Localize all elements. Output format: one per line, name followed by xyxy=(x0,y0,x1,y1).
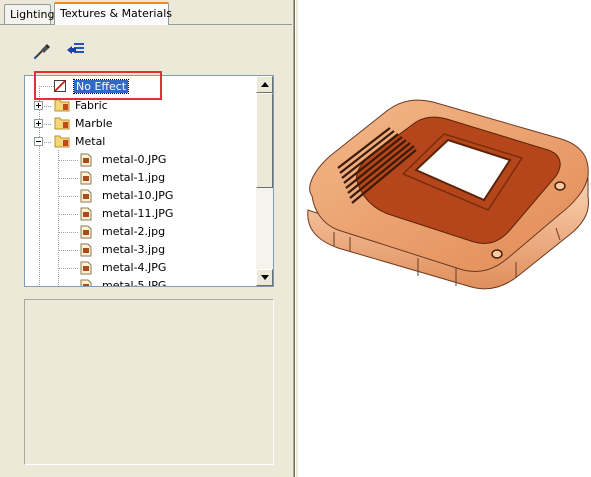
tree-item-texture[interactable]: metal-11.JPG xyxy=(25,205,245,223)
tree-guide-line xyxy=(59,286,79,287)
tree-item-texture[interactable]: metal-3.jpg xyxy=(25,241,245,259)
tree-guide-line xyxy=(44,142,52,143)
tree-item-texture[interactable]: metal-5.JPG xyxy=(25,277,245,287)
highlight-box xyxy=(34,71,162,100)
expand-toggle[interactable] xyxy=(34,101,43,110)
tree-scrollbar[interactable] xyxy=(256,76,273,286)
texture-file-icon xyxy=(80,261,92,278)
folder-icon xyxy=(54,134,70,151)
texture-preview-pane xyxy=(24,299,274,465)
tree-guide-line xyxy=(59,250,79,251)
task-panel: Lighting Textures & Materials No Effect … xyxy=(0,0,298,477)
tree-item-texture[interactable]: metal-2.jpg xyxy=(25,223,245,241)
tree-guide-line xyxy=(59,214,79,215)
tree-item-label: metal-4.JPG xyxy=(102,261,167,274)
arrow-down-icon xyxy=(261,275,269,280)
tree-item-label: Metal xyxy=(75,135,106,148)
tree-guide-line xyxy=(59,232,79,233)
texture-file-icon xyxy=(80,207,92,224)
tree-item-texture[interactable]: metal-10.JPG xyxy=(25,187,245,205)
tree-item-label: metal-2.jpg xyxy=(102,225,166,238)
scroll-thumb[interactable] xyxy=(256,93,273,188)
texture-file-icon xyxy=(80,189,92,206)
model-viewport[interactable] xyxy=(298,0,591,477)
tree-item-texture[interactable]: metal-0.JPG xyxy=(25,151,245,169)
tree-item-label: Marble xyxy=(75,117,113,130)
texture-file-icon xyxy=(80,243,92,260)
tree-guide-line xyxy=(44,106,52,107)
texture-tree[interactable]: No Effect Fabric Marble Metal metal-0.JP… xyxy=(24,75,274,287)
tree-item-label: metal-1.jpg xyxy=(102,171,166,184)
tree-item-label: metal-0.JPG xyxy=(102,153,167,166)
tree-guide-line xyxy=(59,178,79,179)
eyedropper-icon[interactable] xyxy=(32,42,52,60)
texture-file-icon xyxy=(80,279,92,286)
texture-file-icon xyxy=(80,153,92,170)
3d-model-view xyxy=(307,99,589,290)
tree-item-metal[interactable]: Metal xyxy=(25,133,225,151)
scroll-up-button[interactable] xyxy=(256,76,273,93)
tree-item-label: metal-11.JPG xyxy=(102,207,174,220)
tree-item-label: metal-3.jpg xyxy=(102,243,166,256)
texture-file-icon xyxy=(80,225,92,242)
folder-icon xyxy=(54,98,70,115)
tab-lighting[interactable]: Lighting xyxy=(4,4,54,25)
tree-guide-line xyxy=(59,160,79,161)
expand-toggle[interactable] xyxy=(34,119,43,128)
tree-item-label: metal-5.JPG xyxy=(102,279,167,287)
tab-textures-materials[interactable]: Textures & Materials xyxy=(54,2,172,25)
apply-list-icon[interactable] xyxy=(66,41,86,59)
tree-item-texture[interactable]: metal-1.jpg xyxy=(25,169,245,187)
folder-icon xyxy=(54,116,70,133)
tree-guide-line xyxy=(44,124,52,125)
tree-item-marble[interactable]: Marble xyxy=(25,115,225,133)
tree-item-texture[interactable]: metal-4.JPG xyxy=(25,259,245,277)
texture-file-icon xyxy=(80,171,92,188)
arrow-up-icon xyxy=(261,82,269,87)
scroll-down-button[interactable] xyxy=(256,269,273,286)
tree-guide-line xyxy=(59,268,79,269)
tree-item-label: metal-10.JPG xyxy=(102,189,174,202)
collapse-toggle[interactable] xyxy=(34,137,43,146)
tree-guide-line xyxy=(59,196,79,197)
tree-item-label: Fabric xyxy=(75,99,108,112)
